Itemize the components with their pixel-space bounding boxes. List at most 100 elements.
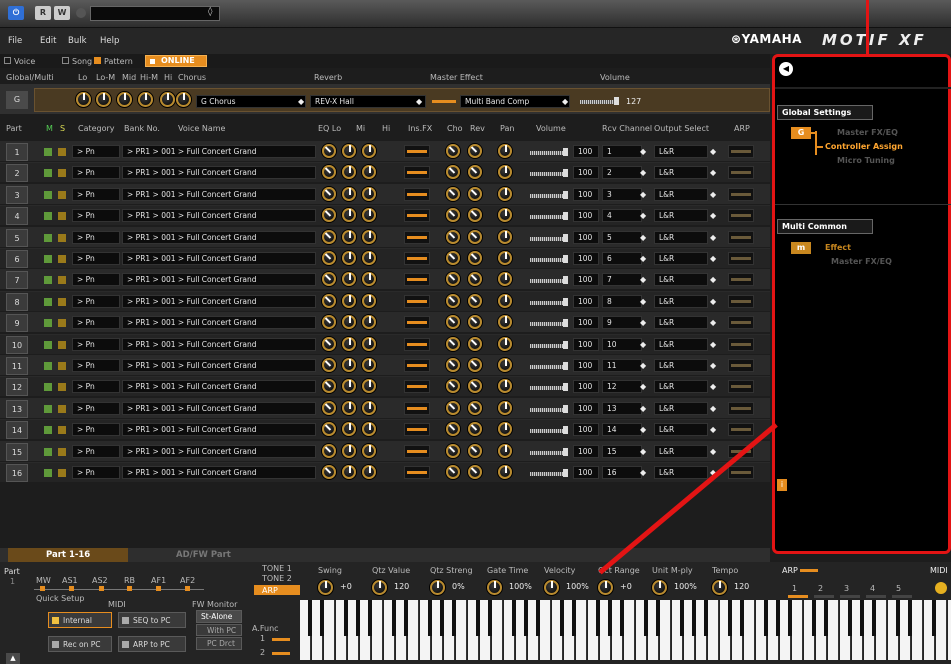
eq-hi-m-knob[interactable] [138,92,153,107]
rcv-channel-select[interactable]: 16 [602,466,642,479]
chorus-select[interactable]: G Chorus [196,95,306,108]
volume-handle-icon[interactable] [563,276,568,284]
volume-value[interactable]: 100 [573,380,599,393]
chorus-send-knob[interactable] [446,208,460,222]
eq-hi-knob[interactable] [362,230,376,244]
category-select[interactable]: > Pn [72,166,120,179]
eq-lo-knob[interactable] [322,315,336,329]
volume-slider[interactable] [530,408,564,412]
rcv-channel-spin-icon[interactable]: ◆ [640,423,648,436]
pan-knob[interactable] [498,337,512,351]
eq-mid-knob[interactable] [342,251,356,265]
output-spin-icon[interactable]: ◆ [710,166,718,179]
chorus-send-knob[interactable] [446,294,460,308]
chorus-send-knob[interactable] [446,165,460,179]
pan-knob[interactable] [498,444,512,458]
solo-toggle[interactable] [58,426,66,434]
piano-white-key[interactable] [408,600,419,660]
output-spin-icon[interactable]: ◆ [710,359,718,372]
eq-lo-m-knob[interactable] [96,92,111,107]
rcv-channel-select[interactable]: 15 [602,445,642,458]
volume-handle-icon[interactable] [563,341,568,349]
voice-name-select[interactable]: > PR1 > 001 > Full Concert Grand [122,252,316,265]
volume-slider[interactable] [530,237,564,241]
piano-white-key[interactable] [624,600,635,660]
master-effect-select[interactable]: Multi Band Comp [460,95,570,108]
rcv-channel-spin-icon[interactable]: ◆ [640,145,648,158]
rcv-channel-spin-icon[interactable]: ◆ [640,273,648,286]
part-number[interactable]: 12 [6,378,28,396]
pan-knob[interactable] [498,187,512,201]
voice-name-select[interactable]: > PR1 > 001 > Full Concert Grand [122,423,316,436]
voice-name-select[interactable]: > PR1 > 001 > Full Concert Grand [122,445,316,458]
volume-value[interactable]: 100 [573,466,599,479]
mute-toggle[interactable] [44,426,52,434]
eq-hi-knob-2[interactable] [176,92,191,107]
eq-mid-knob[interactable] [342,401,356,415]
eq-hi-knob[interactable] [362,422,376,436]
output-spin-icon[interactable]: ◆ [710,423,718,436]
arp-param-knob[interactable] [712,580,727,595]
volume-value[interactable]: 100 [573,166,599,179]
rcv-channel-spin-icon[interactable]: ◆ [640,359,648,372]
part-number[interactable]: 9 [6,314,28,332]
src-marker-rb[interactable] [127,586,132,591]
rcv-channel-spin-icon[interactable]: ◆ [640,231,648,244]
mute-toggle[interactable] [44,319,52,327]
eq-mid-knob[interactable] [117,92,132,107]
solo-toggle[interactable] [58,234,66,242]
rcv-channel-spin-icon[interactable]: ◆ [640,188,648,201]
eq-hi-knob[interactable] [362,144,376,158]
reverb-select[interactable]: REV-X Hall [310,95,426,108]
volume-handle-icon[interactable] [563,383,568,391]
eq-mid-knob[interactable] [342,315,356,329]
solo-toggle[interactable] [58,191,66,199]
pan-knob[interactable] [498,422,512,436]
volume-slider[interactable] [530,215,564,219]
eq-mid-knob[interactable] [342,230,356,244]
menu-edit[interactable]: Edit [40,36,56,46]
category-select[interactable]: > Pn [72,231,120,244]
piano-white-key[interactable] [792,600,803,660]
eq-mid-knob[interactable] [342,165,356,179]
micro-tuning-item[interactable]: Micro Tuning [837,156,895,165]
eq-lo-knob[interactable] [322,379,336,393]
mute-toggle[interactable] [44,191,52,199]
mute-toggle[interactable] [44,383,52,391]
write-button[interactable]: W [54,6,70,20]
output-select[interactable]: L&R [654,209,708,222]
voice-name-select[interactable]: > PR1 > 001 > Full Concert Grand [122,402,316,415]
reverb-send-knob[interactable] [468,422,482,436]
solo-toggle[interactable] [58,469,66,477]
eq-hi-knob[interactable] [362,165,376,179]
solo-toggle[interactable] [58,169,66,177]
mute-toggle[interactable] [44,469,52,477]
eq-hi-knob[interactable] [362,465,376,479]
pan-knob[interactable] [498,465,512,479]
solo-toggle[interactable] [58,362,66,370]
arp-number[interactable]: 2 [818,584,823,593]
chorus-send-knob[interactable] [446,144,460,158]
mute-toggle[interactable] [44,148,52,156]
arp-select-toggle[interactable] [866,595,886,598]
rcv-channel-select[interactable]: 14 [602,423,642,436]
eq-lo-knob[interactable] [322,230,336,244]
src-marker-af2[interactable] [185,586,190,591]
pan-knob[interactable] [498,144,512,158]
volume-slider[interactable] [530,365,564,369]
eq-hi-knob[interactable] [362,401,376,415]
eq-hi-knob[interactable] [362,208,376,222]
solo-toggle[interactable] [58,319,66,327]
rec-on-pc-button[interactable]: Rec on PC [48,636,112,652]
rcv-channel-spin-icon[interactable]: ◆ [640,252,648,265]
chorus-send-knob[interactable] [446,251,460,265]
output-select[interactable]: L&R [654,445,708,458]
part-number[interactable]: 14 [6,421,28,439]
piano-white-key[interactable] [876,600,887,660]
category-select[interactable]: > Pn [72,209,120,222]
pan-knob[interactable] [498,315,512,329]
volume-handle-icon[interactable] [563,448,568,456]
mute-toggle[interactable] [44,362,52,370]
eq-mid-knob[interactable] [342,444,356,458]
solo-toggle[interactable] [58,405,66,413]
